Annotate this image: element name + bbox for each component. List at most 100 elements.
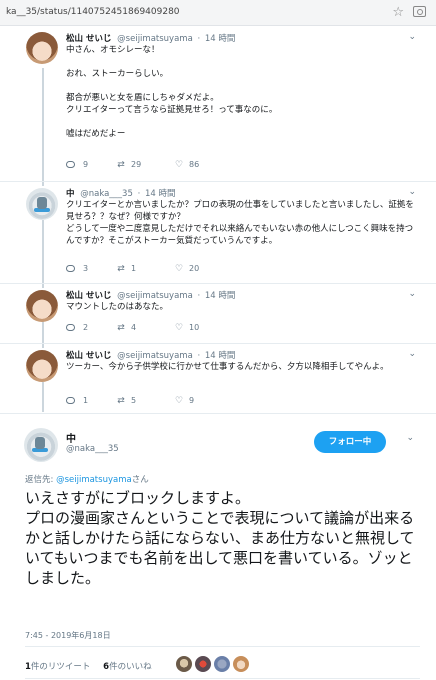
tweet-time[interactable]: 14 時間 [205,34,236,44]
tweet[interactable]: 中 @naka___35 · 14 時間 ⌄ クリエイターとか言いましたか？プロ… [0,182,436,284]
like-button[interactable]: ♡ 86 [174,160,199,170]
divider [25,678,420,679]
retweet-icon: ⇄ [117,264,125,274]
retweet-button[interactable]: ⇄ 29 [116,160,141,170]
tweet-actions: 2 ⇄ 4 ♡ 10 [66,323,366,335]
reply-to-line: 返信先: @seijimatsuyamaさん [25,473,149,485]
like-button[interactable]: ♡ 10 [174,323,199,333]
reply-count: 1 [83,396,89,405]
retweet-count: 1 [131,264,137,273]
tweet-header: 松山 せいじ @seijimatsuyama · 14 時間 [66,32,235,44]
chevron-down-icon[interactable]: ⌄ [406,433,414,443]
user-handle[interactable]: @seijimatsuyama [117,351,193,361]
reply-button[interactable]: 9 [66,160,88,169]
reply-button[interactable]: 1 [66,396,88,405]
liker-avatar[interactable] [195,656,211,672]
address-url[interactable]: ka__35/status/1140752451869409280 [6,7,180,17]
tweet-time[interactable]: 14 時間 [145,189,176,199]
tweet[interactable]: 松山 せいじ @seijimatsuyama · 14 時間 ⌄ 中さん、オモシ… [0,26,436,182]
retweet-stat[interactable]: 1件のリツイート [25,662,90,672]
like-button[interactable]: ♡ 20 [174,264,199,274]
liker-avatar[interactable] [214,656,230,672]
tweet-header: 松山 せいじ @seijimatsuyama · 14 時間 [66,349,235,361]
reply-icon [66,397,75,404]
tweet-text: 中さん、オモシレーな！ おれ、ストーカーらしい。 都合が悪いと女を盾にしちゃダメ… [66,45,278,139]
reply-count: 3 [83,264,89,273]
bookmark-star-icon[interactable]: ☆ [392,5,404,20]
main-user-handle[interactable]: @naka___35 [66,444,119,454]
retweet-icon: ⇄ [117,396,125,406]
browser-address-bar[interactable]: ka__35/status/1140752451869409280 ☆ [0,0,436,26]
avatar[interactable] [26,188,58,220]
tweet-header: 中 @naka___35 · 14 時間 [66,187,176,199]
like-stat[interactable]: 6件のいいね [103,662,151,672]
main-tweet-text: いえさすがにブロックしますよ。 プロの漫画家さんということで表現について議論が出… [25,489,415,587]
user-handle[interactable]: @seijimatsuyama [117,291,193,301]
main-display-name[interactable]: 中 [66,430,76,445]
reply-count: 9 [83,160,89,169]
chevron-down-icon[interactable]: ⌄ [408,349,416,359]
tweet-time[interactable]: 14 時間 [205,291,236,301]
tweet-text: クリエイターとか言いましたか？プロの表現の仕事をしていましたと言いましたし、証拠… [66,200,414,246]
tweet[interactable]: 松山 せいじ @seijimatsuyama · 14 時間 ⌄ ツーカー、今か… [0,344,436,414]
chevron-down-icon[interactable]: ⌄ [408,187,416,197]
like-stat-label: 件のいいね [109,662,152,672]
divider [25,646,420,647]
liker-avatar[interactable] [233,656,249,672]
tweet-actions: 1 ⇄ 5 ♡ 9 [66,396,366,408]
reply-suffix: さん [131,475,149,485]
like-count: 86 [189,160,200,169]
reply-icon [66,324,75,331]
reply-to-link[interactable]: @seijimatsuyama [56,475,132,485]
retweet-count: 29 [131,160,142,169]
retweet-icon: ⇄ [117,160,125,170]
reply-count: 2 [83,323,89,332]
avatar[interactable] [26,32,58,64]
retweet-count: 4 [131,323,137,332]
separator-dot: · [197,351,201,361]
separator-dot: · [197,34,201,44]
tweet-time[interactable]: 14 時間 [205,351,236,361]
user-handle[interactable]: @seijimatsuyama [117,34,193,44]
retweet-button[interactable]: ⇄ 5 [116,396,136,406]
tweet[interactable]: 松山 せいじ @seijimatsuyama · 14 時間 ⌄ マウントしたの… [0,284,436,344]
camera-icon[interactable] [413,6,426,17]
reply-icon [66,161,75,168]
engagement-stats: 1件のリツイート 6件のいいね [25,660,152,672]
chevron-down-icon[interactable]: ⌄ [408,289,416,299]
display-name[interactable]: 松山 せいじ [66,351,111,361]
reply-icon [66,265,75,272]
heart-icon: ♡ [174,396,184,406]
retweet-count: 5 [131,396,137,405]
retweet-button[interactable]: ⇄ 4 [116,323,136,333]
like-button[interactable]: ♡ 9 [174,396,194,406]
tweet-header: 松山 せいじ @seijimatsuyama · 14 時間 [66,289,235,301]
like-count: 9 [189,396,195,405]
tweet-text: マウントしたのはあなた。 [66,302,169,312]
heart-icon: ♡ [174,160,184,170]
following-button[interactable]: フォロー中 [314,431,386,453]
main-timestamp[interactable]: 7:45 - 2019年6月18日 [25,630,111,641]
like-count: 10 [189,323,200,332]
avatar[interactable] [26,350,58,382]
retweet-stat-label: 件のリツイート [30,662,91,672]
user-handle[interactable]: @naka___35 [80,189,133,199]
reply-button[interactable]: 2 [66,323,88,332]
tweet-actions: 9 ⇄ 29 ♡ 86 [66,160,366,172]
retweet-icon: ⇄ [117,323,125,333]
retweet-button[interactable]: ⇄ 1 [116,264,136,274]
display-name[interactable]: 中 [66,189,75,199]
main-avatar[interactable] [24,428,58,462]
avatar[interactable] [26,290,58,322]
tweet-actions: 3 ⇄ 1 ♡ 20 [66,264,366,276]
like-count: 20 [189,264,200,273]
separator-dot: · [137,189,141,199]
display-name[interactable]: 松山 せいじ [66,291,111,301]
heart-icon: ♡ [174,264,184,274]
heart-icon: ♡ [174,323,184,333]
reply-button[interactable]: 3 [66,264,88,273]
chevron-down-icon[interactable]: ⌄ [408,32,416,42]
liker-avatar[interactable] [176,656,192,672]
display-name[interactable]: 松山 せいじ [66,34,111,44]
tweet-text: ツーカー、今から子供学校に行かせて仕事するんだから、夕方以降相手してやんよ。 [66,362,389,372]
